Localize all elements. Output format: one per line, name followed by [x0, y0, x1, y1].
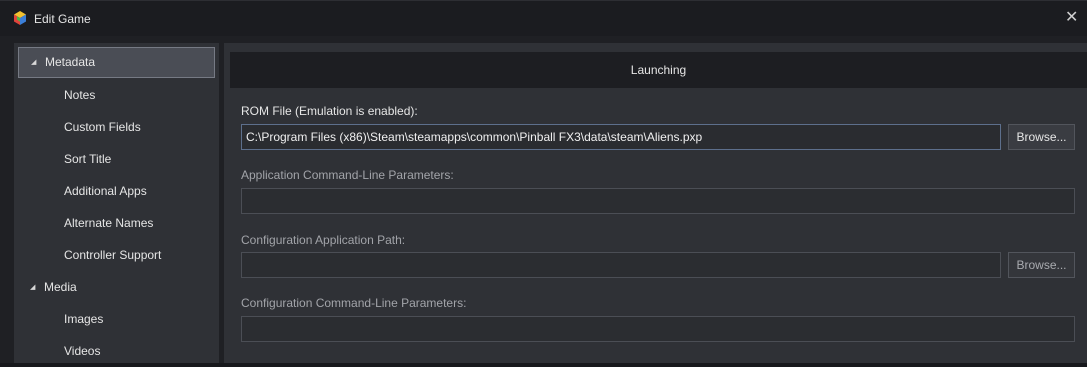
- sidebar-item-images[interactable]: Images: [18, 304, 215, 335]
- rom-file-label: ROM File (Emulation is enabled):: [241, 104, 418, 118]
- sidebar-item-additional-apps[interactable]: Additional Apps: [18, 176, 215, 207]
- sidebar-item-label: Images: [64, 312, 104, 326]
- sidebar-item-label: Media: [44, 280, 77, 294]
- sidebar-item-metadata[interactable]: ◢ Metadata: [18, 47, 215, 78]
- config-app-path-label: Configuration Application Path:: [241, 233, 406, 247]
- config-app-path-input[interactable]: [241, 252, 1001, 278]
- sidebar-item-videos[interactable]: Videos: [18, 336, 215, 367]
- sidebar-item-label: Controller Support: [64, 248, 162, 262]
- sidebar-item-alternate-names[interactable]: Alternate Names: [18, 208, 215, 239]
- edit-game-window: Edit Game ✕ ◢ Metadata Notes Custom Fiel…: [0, 0, 1087, 363]
- sidebar-item-controller-support[interactable]: Controller Support: [18, 240, 215, 271]
- sidebar-item-label: Custom Fields: [64, 120, 141, 134]
- sidebar-item-label: Videos: [64, 344, 101, 358]
- config-params-label: Configuration Command-Line Parameters:: [241, 296, 467, 310]
- config-params-input[interactable]: [241, 316, 1075, 342]
- expanded-arrow-icon[interactable]: ◢: [31, 48, 36, 77]
- sidebar-item-label: Sort Title: [64, 152, 112, 166]
- sidebar-item-label: Additional Apps: [64, 184, 147, 198]
- launchbox-cube-icon: [14, 11, 26, 25]
- rom-file-input[interactable]: C:\Program Files (x86)\Steam\steamapps\c…: [241, 124, 1001, 150]
- window-title: Edit Game: [34, 12, 91, 26]
- app-params-input[interactable]: [241, 188, 1075, 214]
- sidebar-item-notes[interactable]: Notes: [18, 80, 215, 111]
- sidebar-tree: ◢ Metadata Notes Custom Fields Sort Titl…: [18, 47, 215, 363]
- rom-file-browse-button[interactable]: Browse...: [1008, 124, 1075, 150]
- section-header-launching: Launching: [230, 52, 1087, 88]
- title-bar[interactable]: Edit Game ✕: [0, 0, 1087, 36]
- sidebar-item-media[interactable]: ◢ Media: [18, 272, 215, 303]
- close-icon[interactable]: ✕: [1065, 6, 1087, 30]
- sidebar-item-sort-title[interactable]: Sort Title: [18, 144, 215, 175]
- sidebar-item-label: Metadata: [45, 55, 96, 69]
- expanded-arrow-icon[interactable]: ◢: [30, 272, 35, 303]
- config-app-path-browse-button[interactable]: Browse...: [1008, 252, 1075, 278]
- sidebar-item-label: Notes: [64, 88, 96, 102]
- sidebar-item-custom-fields[interactable]: Custom Fields: [18, 112, 215, 143]
- sidebar-item-label: Alternate Names: [64, 216, 154, 230]
- app-params-label: Application Command-Line Parameters:: [241, 168, 454, 182]
